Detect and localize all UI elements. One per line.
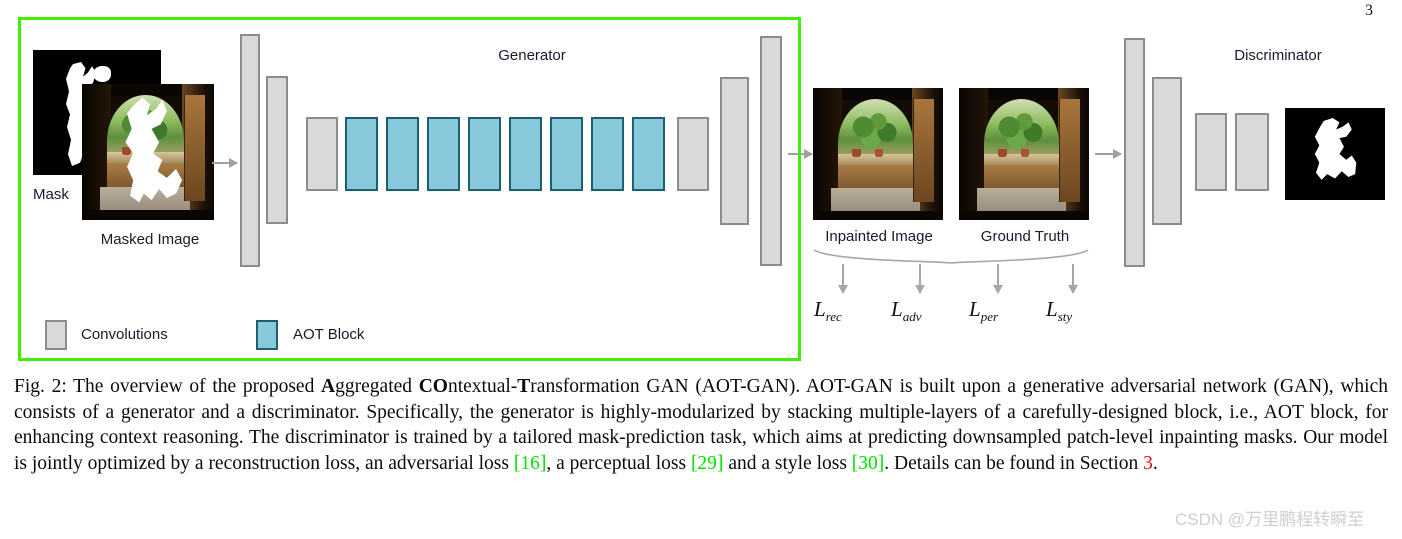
inpainted-image-label: Inpainted Image — [825, 228, 933, 245]
section-reference-3[interactable]: 3 — [1143, 453, 1153, 474]
generator-conv-2 — [266, 76, 288, 224]
caption-text-3: ntextual- — [447, 376, 518, 397]
generator-deconv-1 — [677, 117, 709, 191]
masked-image-label: Masked Image — [100, 231, 200, 248]
loss-adv-subscript: adv — [902, 309, 922, 325]
figure-page: 3 Generator Discriminator Mask Masked Im… — [0, 0, 1402, 539]
loss-sty: Lsty — [1046, 297, 1072, 325]
generator-deconv-3 — [760, 36, 782, 266]
ground-truth-thumbnail — [959, 88, 1089, 220]
csdn-watermark: CSDN @万里鹏程转瞬至 — [1175, 510, 1365, 529]
aot-block-5 — [509, 117, 542, 191]
discriminator-conv-3 — [1195, 113, 1227, 191]
masked-image-thumbnail — [82, 84, 214, 220]
caption-bold-a: A — [321, 376, 336, 397]
discriminator-input-arrow — [1095, 149, 1122, 159]
citation-16[interactable]: [16] — [514, 453, 547, 474]
loss-arrow-per — [993, 264, 1003, 294]
generator-deconv-2 — [720, 77, 749, 225]
caption-bold-co: CO — [418, 376, 448, 397]
loss-sty-subscript: sty — [1057, 309, 1073, 325]
caption-text-5: , a perceptual loss — [546, 452, 691, 474]
loss-arrow-adv — [915, 264, 925, 294]
page-number: 3 — [1365, 2, 1373, 19]
discriminator-label: Discriminator — [1234, 47, 1322, 64]
loss-arrow-sty — [1068, 264, 1078, 294]
caption-text-2: ggregated — [335, 376, 419, 397]
aot-block-7 — [591, 117, 624, 191]
legend-label-aot-block: AOT Block — [293, 326, 365, 343]
caption-text-8: . — [1152, 452, 1158, 474]
discriminator-conv-4 — [1235, 113, 1269, 191]
loss-rec: Lrec — [814, 297, 842, 325]
aot-block-6 — [550, 117, 583, 191]
generator-output-arrow — [788, 149, 813, 159]
caption-text-1: The overview of the proposed — [73, 376, 322, 397]
inpainted-image-thumbnail — [813, 88, 943, 220]
citation-30[interactable]: [30] — [852, 453, 885, 474]
loss-adv: Ladv — [891, 297, 921, 325]
mask-shape-secondary — [93, 66, 111, 82]
caption-text-6: and a style loss — [723, 452, 852, 474]
loss-brace — [813, 249, 1089, 264]
figure-caption: Fig. 2: The overview of the proposed Agg… — [14, 374, 1388, 476]
doorway-scene-inpainted — [813, 88, 943, 220]
generator-conv-3 — [306, 117, 338, 191]
loss-per-subscript: per — [980, 309, 999, 325]
loss-arrow-rec — [838, 264, 848, 294]
aot-block-1 — [345, 117, 378, 191]
aot-block-8 — [632, 117, 665, 191]
caption-prefix: Fig. 2: — [14, 376, 74, 397]
discriminator-conv-2 — [1152, 77, 1182, 225]
mask-label: Mask — [33, 186, 69, 203]
aot-block-4 — [468, 117, 501, 191]
loss-per-symbol: L — [969, 297, 981, 321]
predicted-mask-thumbnail — [1285, 108, 1385, 200]
loss-adv-symbol: L — [891, 297, 903, 321]
generator-conv-1 — [240, 34, 260, 267]
generator-label: Generator — [498, 47, 566, 64]
doorway-scene-groundtruth — [959, 88, 1089, 220]
citation-29[interactable]: [29] — [691, 453, 724, 474]
legend-label-convolutions: Convolutions — [81, 326, 168, 343]
aot-block-3 — [427, 117, 460, 191]
discriminator-conv-1 — [1124, 38, 1145, 267]
loss-rec-symbol: L — [814, 297, 826, 321]
caption-text-7: . Details can be found in Section — [884, 452, 1144, 474]
predicted-mask-shape — [1314, 118, 1357, 180]
input-arrow — [212, 158, 238, 168]
ground-truth-label: Ground Truth — [980, 228, 1070, 245]
legend-swatch-convolutions — [45, 320, 67, 350]
caption-bold-t: T — [517, 376, 531, 397]
loss-rec-subscript: rec — [825, 309, 842, 325]
loss-sty-symbol: L — [1046, 297, 1058, 321]
legend-swatch-aot-block — [256, 320, 278, 350]
aot-block-2 — [386, 117, 419, 191]
loss-per: Lper — [969, 297, 998, 325]
